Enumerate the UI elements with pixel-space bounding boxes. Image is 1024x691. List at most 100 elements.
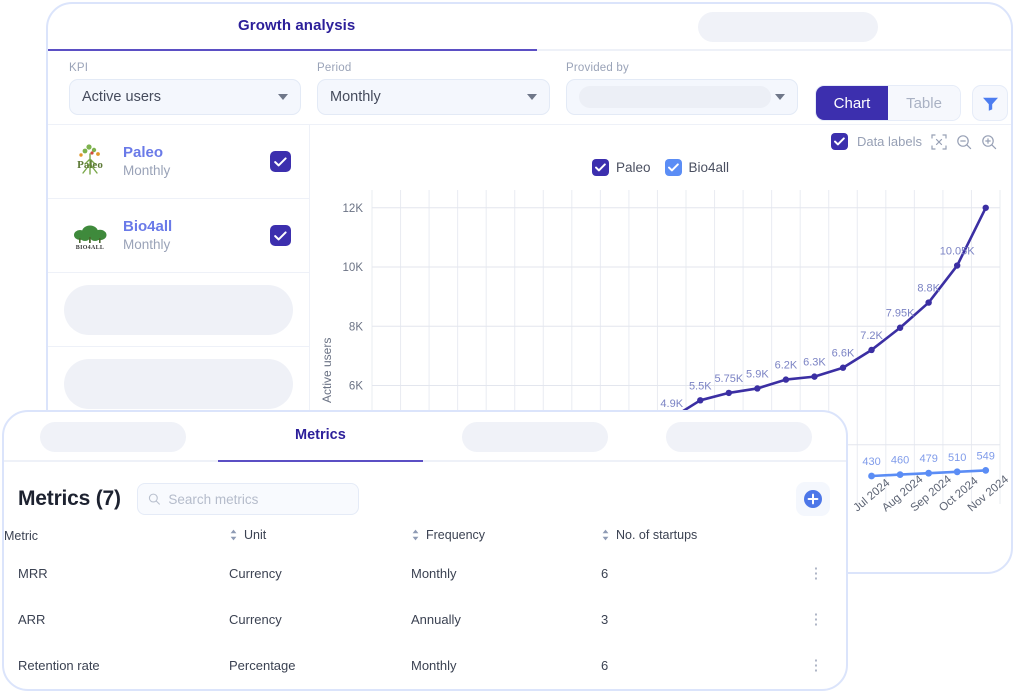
- legend-checkbox-bio4all[interactable]: [664, 159, 682, 176]
- y-axis-tick: 10K: [343, 262, 364, 274]
- tab-placeholder-skeleton: [40, 422, 186, 452]
- check-icon: [274, 230, 287, 240]
- filter-icon: [982, 97, 998, 111]
- data-point[interactable]: [925, 469, 933, 477]
- column-header-frequency-label: Frequency: [426, 528, 486, 542]
- cell-startups[interactable]: 6: [601, 550, 786, 596]
- list-item-skeleton: [48, 273, 309, 347]
- table-row[interactable]: MRR Currency Monthly 6 ⋮: [4, 550, 846, 596]
- legend-item-paleo[interactable]: Paleo: [591, 159, 651, 176]
- check-icon: [595, 163, 606, 172]
- data-label: 549: [977, 450, 995, 462]
- column-header-frequency[interactable]: Frequency: [411, 522, 601, 550]
- cell-unit: Currency: [229, 565, 282, 581]
- data-point[interactable]: [754, 385, 761, 392]
- legend-checkbox-paleo[interactable]: [591, 159, 609, 176]
- data-point[interactable]: [925, 299, 932, 306]
- tab-active-indicator: [218, 459, 423, 462]
- kpi-label: KPI: [69, 62, 89, 74]
- tab-growth-analysis[interactable]: Growth analysis: [238, 17, 355, 34]
- view-toggle-table[interactable]: Table: [888, 86, 960, 120]
- data-point[interactable]: [953, 262, 961, 269]
- column-header-metric-label: Metric: [4, 529, 39, 543]
- table-row[interactable]: ARR Currency Annually 3 ⋮: [4, 596, 846, 642]
- check-icon: [274, 156, 287, 166]
- data-point[interactable]: [896, 471, 904, 478]
- data-point[interactable]: [868, 346, 875, 354]
- tab-placeholder-skeleton: [698, 12, 878, 42]
- data-label: 7.95K: [886, 308, 915, 320]
- tab-placeholder-skeleton: [666, 422, 812, 452]
- startup-frequency: Monthly: [123, 162, 171, 178]
- column-header-actions: [786, 522, 846, 550]
- data-point[interactable]: [839, 364, 847, 371]
- kpi-select[interactable]: Active users: [69, 79, 301, 115]
- list-item[interactable]: Paleo Paleo Monthly: [48, 125, 309, 199]
- data-labels-checkbox[interactable]: [830, 133, 848, 150]
- data-point[interactable]: [697, 397, 704, 404]
- fit-screen-icon[interactable]: [931, 133, 947, 150]
- startup-checkbox-bio4all[interactable]: [270, 225, 291, 246]
- list-item[interactable]: BIO4ALL Bio4all Monthly: [48, 199, 309, 273]
- bio4all-logo: BIO4ALL: [67, 216, 113, 256]
- provided-by-select[interactable]: [566, 79, 798, 115]
- legend-item-bio4all[interactable]: Bio4all: [664, 159, 729, 176]
- startup-checkbox-paleo[interactable]: [270, 151, 291, 172]
- data-label: 479: [919, 453, 937, 465]
- period-select[interactable]: Monthly: [317, 79, 550, 115]
- data-point[interactable]: [725, 389, 733, 397]
- data-label: 6.6K: [832, 348, 855, 360]
- chart-toolbar: Data labels: [830, 133, 997, 150]
- tab-metrics[interactable]: Metrics: [295, 427, 346, 443]
- kebab-menu-icon: ⋮: [808, 610, 824, 628]
- data-label: 460: [891, 455, 909, 467]
- cell-startups[interactable]: 6: [601, 642, 786, 688]
- data-point[interactable]: [953, 468, 961, 476]
- chevron-down-icon: [527, 94, 537, 100]
- data-label: 7.2K: [860, 330, 883, 342]
- cell-frequency: Monthly: [411, 657, 457, 673]
- provided-by-field: Provided by: [566, 62, 798, 115]
- period-select-value: Monthly: [330, 89, 381, 105]
- view-toggle-chart[interactable]: Chart: [816, 86, 888, 120]
- data-point[interactable]: [982, 467, 990, 474]
- kebab-menu-icon: ⋮: [808, 656, 824, 674]
- svg-text:BIO4ALL: BIO4ALL: [76, 245, 104, 251]
- search-icon: [148, 493, 160, 505]
- row-menu-button[interactable]: ⋮: [786, 550, 846, 596]
- data-label: 5.9K: [746, 368, 769, 380]
- row-menu-button[interactable]: ⋮: [786, 642, 846, 688]
- column-header-metric[interactable]: Metric: [4, 522, 229, 550]
- cell-startups[interactable]: 3: [601, 596, 786, 642]
- data-point[interactable]: [868, 472, 875, 480]
- column-header-unit[interactable]: Unit: [229, 522, 411, 550]
- zoom-in-icon[interactable]: [981, 134, 997, 150]
- search-metrics[interactable]: [136, 483, 359, 515]
- data-point[interactable]: [896, 324, 904, 331]
- table-header-row: Metric Unit Frequency No. of startups: [4, 522, 846, 550]
- tab-underline: [4, 460, 846, 462]
- chart-legend: Paleo Bio4all: [310, 159, 1011, 176]
- add-metric-button[interactable]: [796, 482, 830, 516]
- cell-unit: Currency: [229, 611, 282, 627]
- data-point[interactable]: [782, 376, 790, 383]
- zoom-out-icon[interactable]: [956, 134, 972, 150]
- cell-metric: MRR: [18, 565, 48, 581]
- data-label: 5.75K: [714, 373, 743, 385]
- table-row[interactable]: Retention rate Percentage Monthly 6 ⋮: [4, 642, 846, 688]
- cell-frequency: Annually: [411, 611, 461, 627]
- column-header-startups[interactable]: No. of startups: [601, 522, 786, 550]
- filter-button[interactable]: [972, 85, 1008, 121]
- data-label: 5.5K: [689, 380, 712, 392]
- data-point[interactable]: [982, 204, 989, 211]
- data-label: 6.2K: [775, 360, 798, 372]
- sort-icon: [602, 529, 609, 541]
- search-input[interactable]: [168, 491, 348, 507]
- growth-card-tabbar: Growth analysis: [48, 4, 1011, 51]
- data-label: 10.05K: [940, 246, 976, 258]
- data-point[interactable]: [811, 373, 818, 380]
- kpi-select-value: Active users: [82, 89, 161, 105]
- row-menu-button[interactable]: ⋮: [786, 596, 846, 642]
- cell-metric: Retention rate: [18, 657, 100, 673]
- startup-frequency: Monthly: [123, 236, 171, 252]
